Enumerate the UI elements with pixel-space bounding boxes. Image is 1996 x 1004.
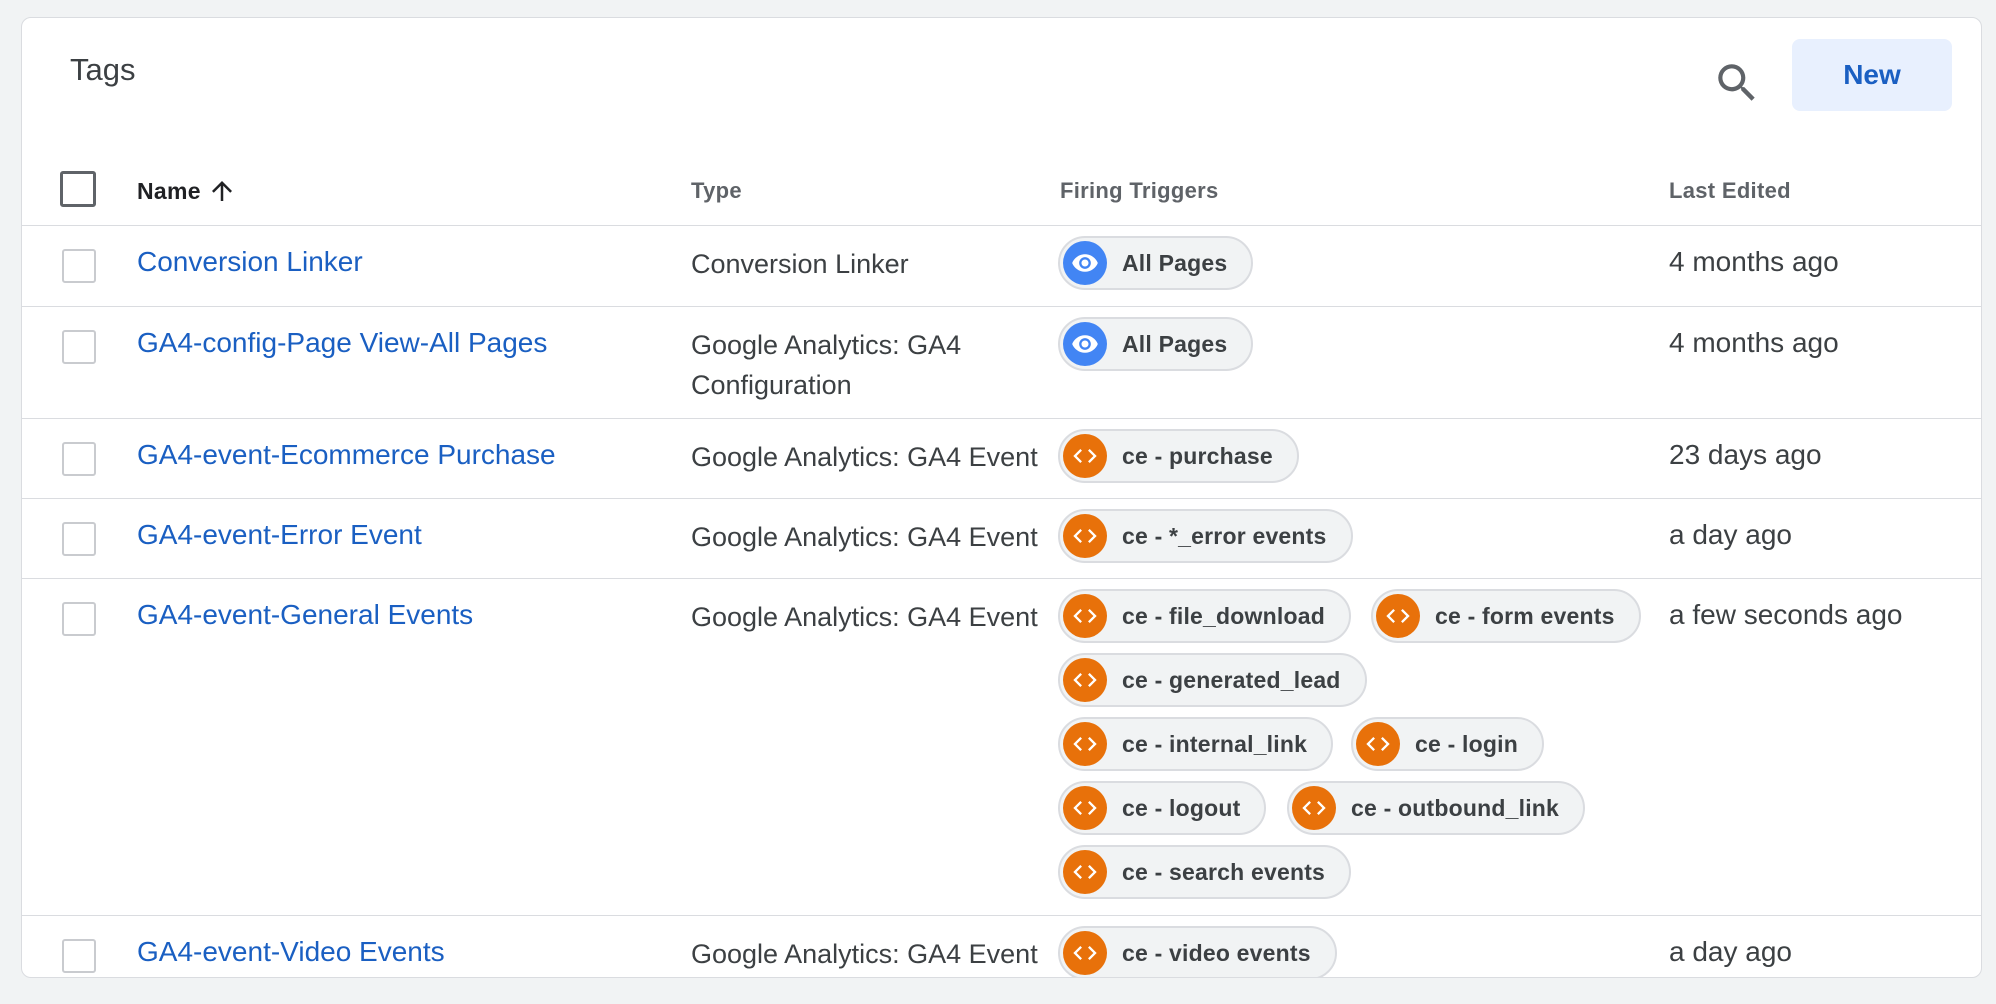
code-icon [1366, 737, 1390, 751]
card-header: Tags New [22, 18, 1981, 158]
code-icon [1073, 865, 1097, 879]
page-view-trigger-icon [1063, 322, 1107, 366]
custom-event-trigger-icon [1063, 722, 1107, 766]
trigger-chip[interactable]: ce - *_error events [1058, 509, 1353, 563]
row-checkbox[interactable] [62, 522, 96, 556]
row-checkbox[interactable] [62, 249, 96, 283]
tag-name-link[interactable]: GA4-event-Error Event [137, 519, 422, 551]
tag-type: Google Analytics: GA4 Event [691, 939, 1038, 969]
trigger-chip[interactable]: ce - file_download [1058, 589, 1351, 643]
column-header-name[interactable]: Name [137, 158, 237, 224]
column-header-firing-triggers[interactable]: Firing Triggers [1060, 158, 1219, 224]
code-icon [1073, 673, 1097, 687]
trigger-label: ce - login [1415, 730, 1518, 757]
arrow-up-icon [211, 181, 232, 201]
table-row[interactable]: GA4-event-General Events Google Analytics… [22, 579, 1981, 916]
tag-name-link[interactable]: GA4-event-Video Events [137, 936, 445, 968]
trigger-label: ce - search events [1122, 858, 1326, 885]
eye-icon [1072, 254, 1098, 272]
trigger-label: ce - outbound_link [1351, 794, 1560, 821]
trigger-label: All Pages [1122, 249, 1228, 276]
trigger-chip[interactable]: ce - generated_lead [1058, 653, 1367, 707]
tag-type: Google Analytics: GA4 Event [691, 602, 1038, 632]
trigger-label: ce - video events [1122, 939, 1311, 966]
page-view-trigger-icon [1063, 241, 1107, 285]
trigger-chip[interactable]: ce - video events [1058, 926, 1337, 977]
custom-event-trigger-icon [1063, 786, 1107, 830]
trigger-chip[interactable]: ce - internal_link [1058, 717, 1334, 771]
trigger-label: ce - file_download [1122, 602, 1325, 629]
table-row[interactable]: GA4-config-Page View-All Pages Google Ana… [22, 307, 1981, 419]
column-header-last-edited[interactable]: Last Edited [1669, 158, 1791, 224]
code-icon [1073, 529, 1097, 543]
code-icon [1386, 609, 1410, 623]
custom-event-trigger-icon [1063, 514, 1107, 558]
search-icon [1718, 64, 1755, 101]
custom-event-trigger-icon [1356, 722, 1400, 766]
new-tag-button[interactable]: New [1792, 39, 1952, 111]
trigger-label: ce - generated_lead [1122, 666, 1341, 693]
table-row[interactable]: GA4-event-Error Event Google Analytics: G… [22, 499, 1981, 579]
column-header-type[interactable]: Type [691, 158, 742, 224]
row-checkbox[interactable] [62, 939, 96, 973]
custom-event-trigger-icon [1292, 786, 1336, 830]
trigger-chip[interactable]: All Pages [1058, 236, 1254, 290]
select-all-checkbox[interactable] [60, 171, 96, 207]
tag-type: Google Analytics: GA4 Event [691, 522, 1038, 552]
code-icon [1302, 801, 1326, 815]
trigger-label: ce - purchase [1122, 442, 1273, 469]
trigger-chip[interactable]: ce - logout [1058, 781, 1267, 835]
table-header: Name Type Firing Triggers Last Edited [22, 158, 1981, 226]
tag-type: Conversion Linker [691, 249, 909, 279]
tag-name-link[interactable]: Conversion Linker [137, 246, 363, 278]
trigger-label: ce - *_error events [1122, 522, 1327, 549]
code-icon [1073, 946, 1097, 960]
trigger-label: ce - form events [1435, 602, 1615, 629]
table-row[interactable]: GA4-event-Video Events Google Analytics: … [22, 916, 1981, 977]
code-icon [1073, 449, 1097, 463]
column-header-name-label: Name [137, 177, 201, 204]
trigger-chip[interactable]: ce - form events [1371, 589, 1641, 643]
custom-event-trigger-icon [1063, 594, 1107, 638]
trigger-label: All Pages [1122, 330, 1228, 357]
tag-name-link[interactable]: GA4-event-General Events [137, 599, 473, 631]
code-icon [1073, 609, 1097, 623]
tag-name-link[interactable]: GA4-config-Page View-All Pages [137, 327, 547, 359]
row-checkbox[interactable] [62, 330, 96, 364]
last-edited: a day ago [1669, 936, 1792, 967]
trigger-chip[interactable]: All Pages [1058, 317, 1254, 371]
custom-event-trigger-icon [1063, 434, 1107, 478]
last-edited: 4 months ago [1669, 246, 1839, 277]
trigger-chip[interactable]: ce - purchase [1058, 429, 1299, 483]
code-icon [1073, 737, 1097, 751]
custom-event-trigger-icon [1063, 658, 1107, 702]
page-title: Tags [70, 52, 136, 87]
last-edited: a day ago [1669, 519, 1792, 550]
tags-card: Tags New Name Type Firing Triggers Last … [21, 17, 1982, 978]
trigger-label: ce - logout [1122, 794, 1241, 821]
tag-type: Google Analytics: GA4 Event [691, 442, 1038, 472]
search-button[interactable] [1712, 58, 1762, 108]
custom-event-trigger-icon [1063, 931, 1107, 975]
trigger-label: ce - internal_link [1122, 730, 1308, 757]
trigger-chip[interactable]: ce - login [1351, 717, 1544, 771]
custom-event-trigger-icon [1063, 850, 1107, 894]
last-edited: 23 days ago [1669, 439, 1822, 470]
row-checkbox[interactable] [62, 602, 96, 636]
tag-type: Google Analytics: GA4 Configuration [691, 330, 962, 400]
eye-icon [1072, 335, 1098, 353]
last-edited: a few seconds ago [1669, 599, 1903, 630]
table-row[interactable]: GA4-event-Ecommerce Purchase Google Analy… [22, 419, 1981, 499]
code-icon [1073, 801, 1097, 815]
row-checkbox[interactable] [62, 442, 96, 476]
tag-name-link[interactable]: GA4-event-Ecommerce Purchase [137, 439, 556, 471]
trigger-chip[interactable]: ce - search events [1058, 845, 1352, 899]
table-row[interactable]: Conversion Linker Conversion Linker All Pa… [22, 226, 1981, 307]
last-edited: 4 months ago [1669, 327, 1839, 358]
trigger-chip[interactable]: ce - outbound_link [1287, 781, 1586, 835]
custom-event-trigger-icon [1376, 594, 1420, 638]
